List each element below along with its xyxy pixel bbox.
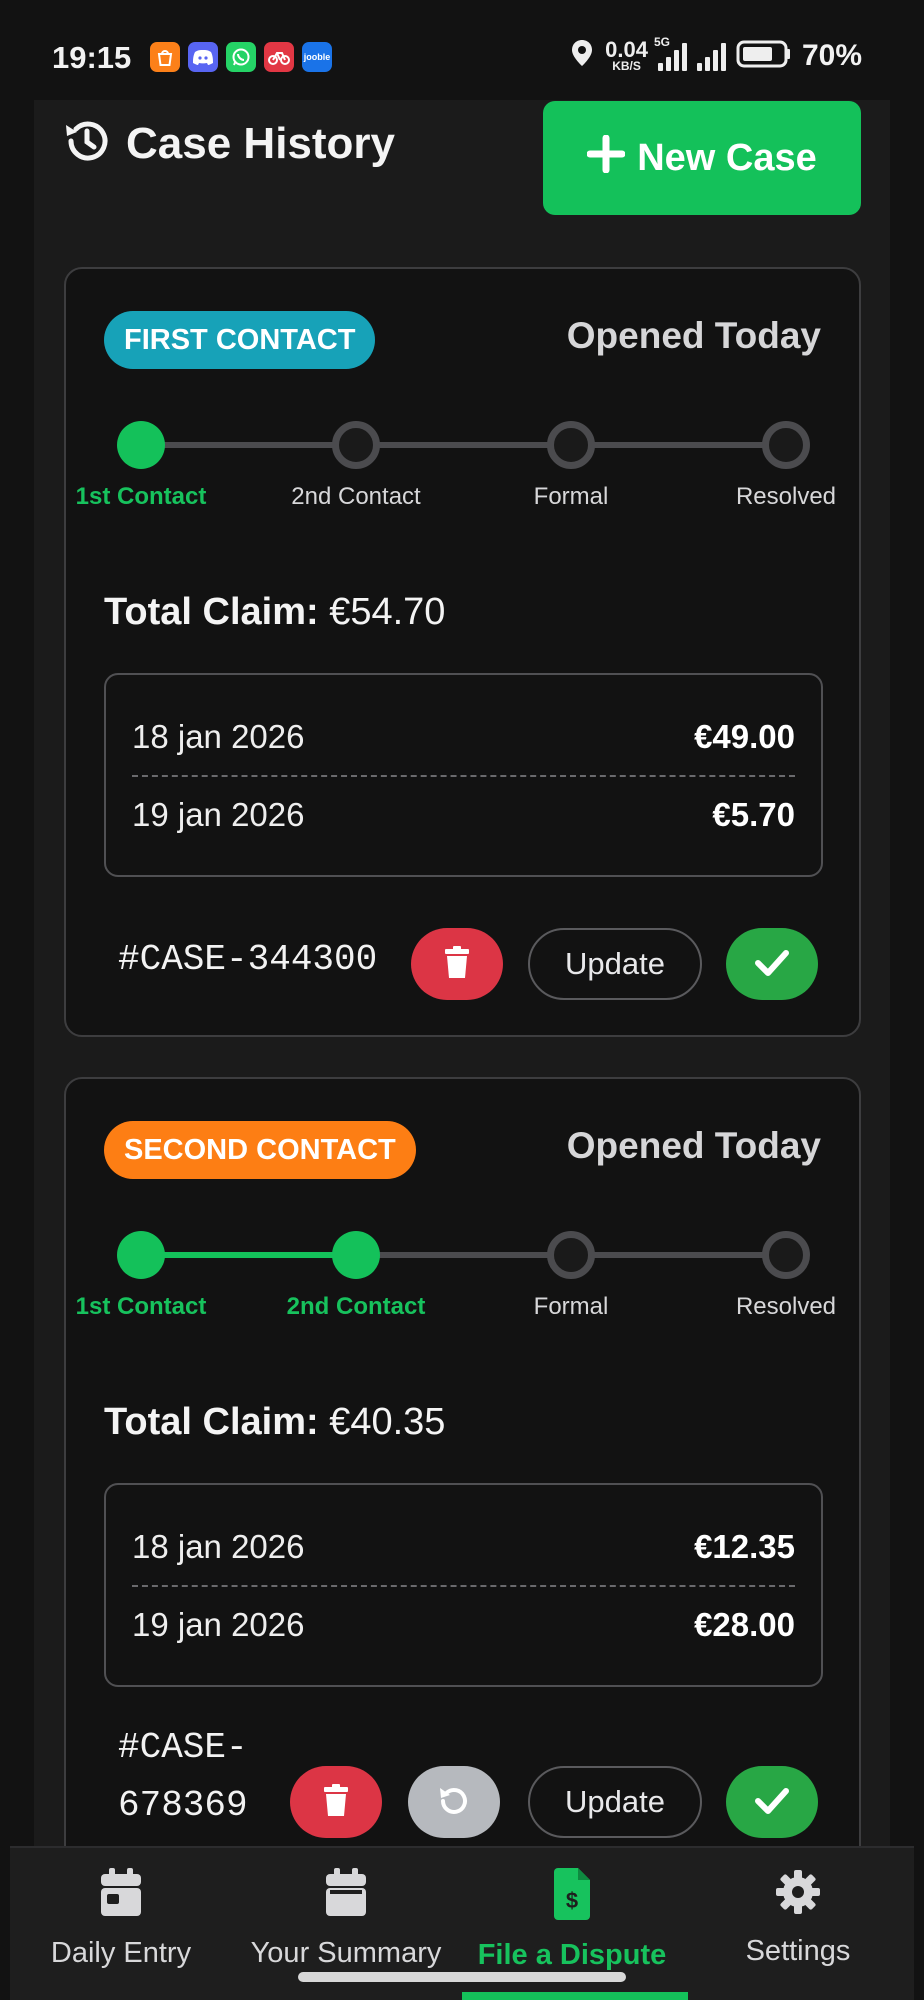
nav-label: Your Summary <box>250 1937 442 1969</box>
gear-icon <box>774 1868 822 1921</box>
step-dot-1st-contact <box>117 421 165 469</box>
nav-your-summary[interactable]: Your Summary <box>236 1868 456 1970</box>
step-label-resolved: Resolved <box>735 483 837 510</box>
new-case-label: New Case <box>637 136 817 179</box>
case-id-line-1: #CASE- <box>118 1727 248 1768</box>
signal-icon <box>696 41 726 71</box>
step-dot-resolved <box>762 1231 810 1279</box>
claim-item: 18 jan 2026 €49.00 <box>132 699 795 775</box>
item-date: 19 jan 2026 <box>132 1606 305 1643</box>
svg-text:$: $ <box>566 1888 578 1913</box>
opened-date: Opened Today <box>566 1125 821 1166</box>
delete-button[interactable] <box>411 928 503 1000</box>
active-tab-indicator <box>462 1992 688 2000</box>
step-dot-formal <box>547 1231 595 1279</box>
check-icon <box>755 949 789 979</box>
delete-button[interactable] <box>290 1766 382 1838</box>
stepper-progress <box>141 1252 356 1258</box>
total-claim: Total Claim: €40.35 <box>104 1401 445 1444</box>
nav-label: Daily Entry <box>50 1937 192 1969</box>
invoice-dollar-icon: $ <box>552 1868 592 1925</box>
total-claim-value: €40.35 <box>329 1401 446 1443</box>
nav-daily-entry[interactable]: Daily Entry <box>11 1868 231 1970</box>
discord-icon <box>188 42 218 72</box>
claim-items: 18 jan 2026 €12.35 19 jan 2026 €28.00 <box>104 1483 823 1687</box>
status-indicators: 0.04 KB/S 5G 70% <box>569 35 862 73</box>
step-label-formal: Formal <box>533 483 609 510</box>
home-gesture-bar[interactable] <box>298 1972 626 1982</box>
claim-items: 18 jan 2026 €49.00 19 jan 2026 €5.70 <box>104 673 823 877</box>
undo-icon <box>436 1783 472 1822</box>
case-id: #CASE-344300 <box>118 939 378 980</box>
check-icon <box>755 1787 789 1817</box>
step-dot-1st-contact <box>117 1231 165 1279</box>
nav-file-a-dispute[interactable]: $ File a Dispute <box>462 1868 682 1972</box>
progress-stepper: 1st Contact 2nd Contact Formal Resolved <box>66 417 863 537</box>
clock: 19:15 <box>52 40 132 75</box>
case-id: #CASE- 678369 <box>118 1719 248 1835</box>
nav-label: Settings <box>745 1935 851 1967</box>
resolve-button[interactable] <box>726 1766 818 1838</box>
trash-icon <box>442 945 472 983</box>
step-dot-2nd-contact <box>332 1231 380 1279</box>
revert-button[interactable] <box>408 1766 500 1838</box>
network-speed: 0.04 KB/S <box>605 36 648 73</box>
nav-label: File a Dispute <box>477 1939 667 1971</box>
item-amount: €49.00 <box>694 718 795 755</box>
plus-icon <box>586 134 626 182</box>
update-button[interactable]: Update <box>528 1766 702 1838</box>
total-claim-label: Total Claim: <box>104 591 319 633</box>
notification-icons: jooble <box>150 42 332 72</box>
trash-icon <box>321 1783 351 1821</box>
case-card: SECOND CONTACT Opened Today 1st Contact … <box>64 1077 861 1877</box>
total-claim: Total Claim: €54.70 <box>104 591 445 634</box>
opened-date: Opened Today <box>566 315 821 356</box>
progress-stepper: 1st Contact 2nd Contact Formal Resolved <box>66 1227 863 1347</box>
resolve-button[interactable] <box>726 928 818 1000</box>
total-claim-label: Total Claim: <box>104 1401 319 1443</box>
calendar-icon <box>324 1868 368 1923</box>
step-label-formal: Formal <box>533 1293 609 1320</box>
item-amount: €28.00 <box>694 1606 795 1643</box>
battery-icon <box>736 38 792 73</box>
new-case-button[interactable]: New Case <box>543 101 861 215</box>
step-dot-resolved <box>762 421 810 469</box>
update-button[interactable]: Update <box>528 928 702 1000</box>
jooble-icon: jooble <box>302 42 332 72</box>
case-card: FIRST CONTACT Opened Today 1st Contact 2… <box>64 267 861 1037</box>
item-date: 19 jan 2026 <box>132 796 305 833</box>
bike-icon <box>264 42 294 72</box>
claim-item: 19 jan 2026 €5.70 <box>132 777 795 853</box>
location-icon <box>569 38 595 73</box>
item-amount: €12.35 <box>694 1528 795 1565</box>
claim-item: 19 jan 2026 €28.00 <box>132 1587 795 1663</box>
step-label-2nd-contact: 2nd Contact <box>286 1293 426 1320</box>
step-dot-formal <box>547 421 595 469</box>
step-dot-2nd-contact <box>332 421 380 469</box>
battery-percent: 70% <box>801 38 862 72</box>
step-label-1st-contact: 1st Contact <box>75 1293 207 1320</box>
status-badge: SECOND CONTACT <box>104 1121 416 1179</box>
item-date: 18 jan 2026 <box>132 1528 305 1565</box>
calendar-day-icon <box>99 1868 143 1923</box>
signal-5g-icon: 5G <box>654 35 687 71</box>
stepper-track <box>141 442 785 448</box>
step-label-1st-contact: 1st Contact <box>75 483 207 510</box>
case-id-line-2: 678369 <box>118 1785 248 1826</box>
total-claim-value: €54.70 <box>329 591 446 633</box>
item-amount: €5.70 <box>712 796 795 833</box>
status-badge: FIRST CONTACT <box>104 311 376 369</box>
item-date: 18 jan 2026 <box>132 718 305 755</box>
swiggy-icon <box>150 42 180 72</box>
claim-item: 18 jan 2026 €12.35 <box>132 1509 795 1585</box>
page-title: Case History <box>126 118 396 168</box>
whatsapp-icon <box>226 42 256 72</box>
history-icon <box>62 116 112 171</box>
step-label-2nd-contact: 2nd Contact <box>291 483 421 510</box>
nav-settings[interactable]: Settings <box>688 1868 908 1968</box>
step-label-resolved: Resolved <box>735 1293 837 1320</box>
page-header: Case History <box>62 116 395 171</box>
status-bar: 19:15 jooble 0.04 KB/S 5G 70% <box>0 0 924 112</box>
